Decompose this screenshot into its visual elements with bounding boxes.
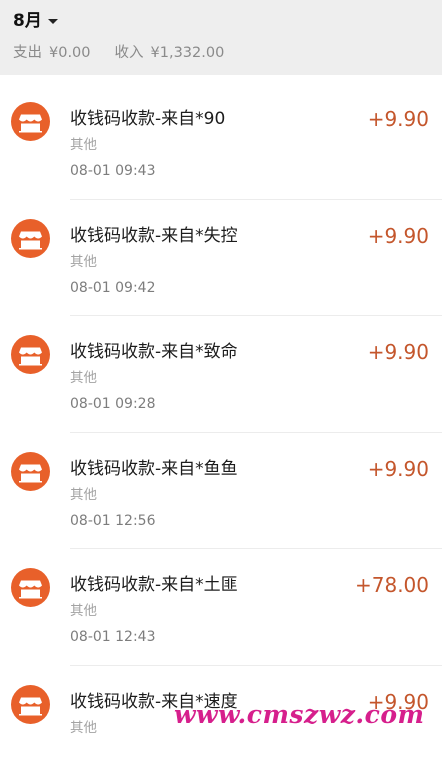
transaction-title: 收钱码收款-来自*90	[70, 107, 225, 131]
expense-value: ¥0.00	[49, 43, 91, 63]
caret-down-icon	[48, 19, 58, 24]
transaction-time: 08-01 12:56	[70, 511, 155, 531]
transaction-row[interactable]: 收钱码收款-来自*90 其他 08-01 09:43 +9.90	[0, 83, 442, 200]
month-label: 8月	[13, 10, 42, 32]
transaction-time: 08-01 09:43	[70, 161, 155, 181]
transaction-category: 其他	[70, 602, 97, 620]
shop-icon	[11, 102, 50, 141]
transaction-amount: +9.90	[368, 223, 429, 249]
transaction-row[interactable]: 收钱码收款-来自*失控 其他 08-01 09:42 +9.90	[0, 200, 442, 317]
transaction-amount: +9.90	[368, 456, 429, 482]
expense-label: 支出	[13, 43, 42, 63]
transaction-title: 收钱码收款-来自*鱼鱼	[70, 457, 238, 481]
transaction-amount: +9.90	[368, 339, 429, 365]
transaction-time: 08-01 09:28	[70, 394, 155, 414]
transaction-category: 其他	[70, 136, 97, 154]
shop-icon	[11, 685, 50, 724]
watermark: www.cmszwz.com	[174, 699, 424, 731]
shop-icon	[11, 568, 50, 607]
month-selector[interactable]: 8月	[13, 10, 58, 32]
transaction-time: 08-01 12:43	[70, 627, 155, 647]
transaction-category: 其他	[70, 253, 97, 271]
header-bar: 8月 支出 ¥0.00 收入 ¥1,332.00	[0, 0, 442, 75]
transaction-time: 08-01 09:42	[70, 278, 155, 298]
transaction-category: 其他	[70, 369, 97, 387]
transaction-amount: +9.90	[368, 106, 429, 132]
transaction-category: 其他	[70, 486, 97, 504]
transaction-row[interactable]: 收钱码收款-来自*致命 其他 08-01 09:28 +9.90	[0, 316, 442, 433]
transaction-category: 其他	[70, 719, 97, 737]
month-summary: 支出 ¥0.00 收入 ¥1,332.00	[13, 43, 224, 63]
shop-icon	[11, 335, 50, 374]
transaction-title: 收钱码收款-来自*失控	[70, 224, 238, 248]
transaction-amount: +78.00	[355, 572, 429, 598]
income-value: ¥1,332.00	[151, 43, 225, 63]
transaction-row[interactable]: 收钱码收款-来自*鱼鱼 其他 08-01 12:56 +9.90	[0, 433, 442, 550]
transaction-title: 收钱码收款-来自*土匪	[70, 573, 238, 597]
shop-icon	[11, 452, 50, 491]
transaction-title: 收钱码收款-来自*致命	[70, 340, 238, 364]
transaction-list: 收钱码收款-来自*90 其他 08-01 09:43 +9.90 收钱码收款-来…	[0, 83, 442, 782]
transaction-row[interactable]: 收钱码收款-来自*土匪 其他 08-01 12:43 +78.00	[0, 549, 442, 666]
shop-icon	[11, 219, 50, 258]
income-label: 收入	[115, 43, 144, 63]
